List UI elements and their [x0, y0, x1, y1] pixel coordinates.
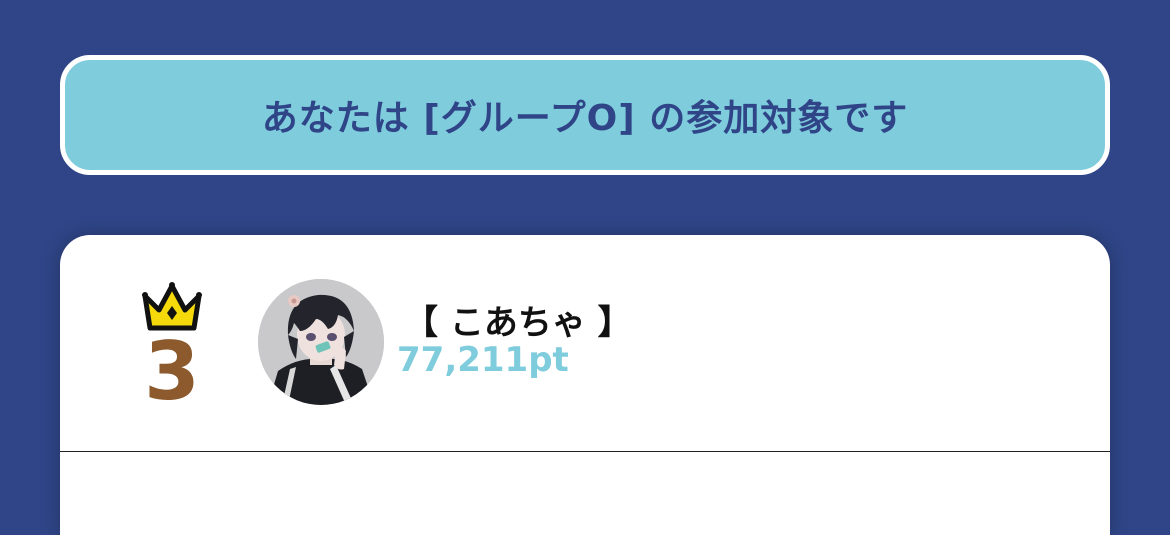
- avatar[interactable]: [258, 279, 384, 405]
- user-name: 【 こあちゃ 】: [404, 303, 632, 343]
- ranking-card: 3 【 こあちゃ 】 77,211pt: [60, 235, 1110, 535]
- avatar-image: [258, 279, 384, 405]
- group-banner-text: あなたは [グループO] の参加対象です: [261, 98, 909, 139]
- rank-number: 3: [144, 325, 200, 418]
- user-points: 77,211pt: [397, 340, 569, 380]
- row-divider: [60, 451, 1110, 452]
- group-banner: あなたは [グループO] の参加対象です: [60, 55, 1110, 175]
- rank-badge: 3: [138, 280, 206, 412]
